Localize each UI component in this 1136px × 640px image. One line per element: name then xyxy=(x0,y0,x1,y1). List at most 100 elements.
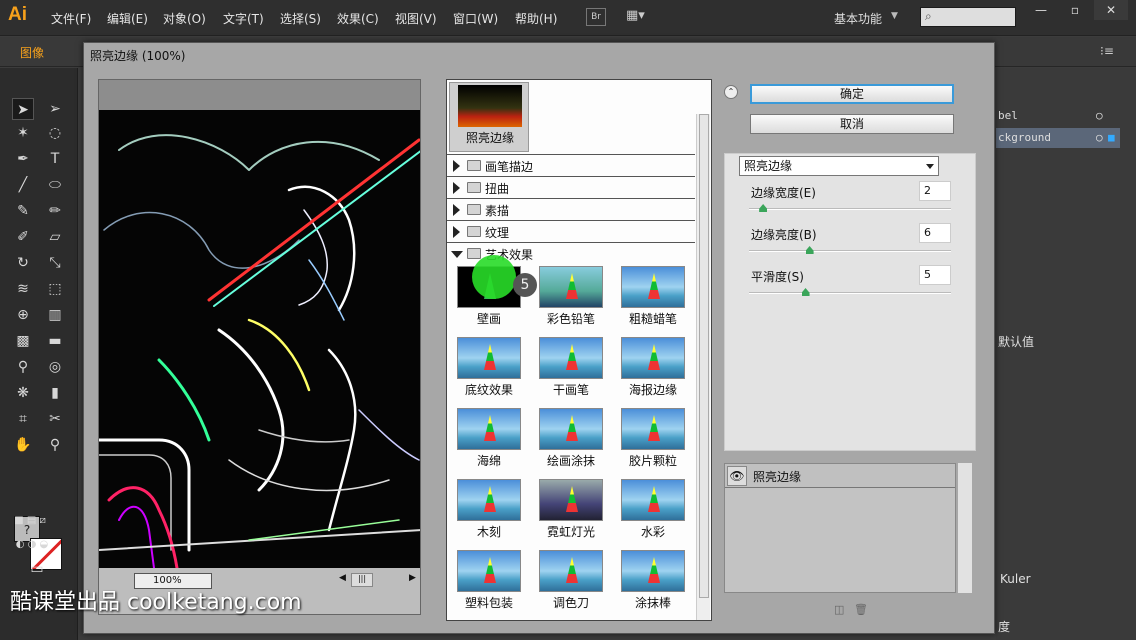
menu-effect[interactable]: 效果(C) xyxy=(337,10,379,27)
menu-help[interactable]: 帮助(H) xyxy=(515,10,557,27)
draw-mode-icons[interactable]: ◐ ◑ ◒ xyxy=(10,534,54,556)
pen-tool-icon[interactable]: ✒ xyxy=(12,148,34,170)
edge-width-slider[interactable] xyxy=(749,208,951,210)
scroll-right-icon[interactable]: ▶ xyxy=(409,573,416,583)
effect-layer-row[interactable]: 👁 照亮边缘 xyxy=(725,464,955,488)
filter-thumb-palette-knife[interactable]: 调色刀 xyxy=(535,550,607,618)
filter-thumb-poster-edges[interactable]: 海报边缘 xyxy=(617,337,689,405)
ok-button[interactable]: 确定 xyxy=(750,84,954,104)
filter-thumb-plastic-wrap[interactable]: 塑料包装 xyxy=(453,550,525,618)
category-brush-strokes[interactable]: 画笔描边 xyxy=(447,154,695,176)
selection-square-icon[interactable]: ■ xyxy=(1108,128,1115,148)
ellipse-tool-icon[interactable]: ⬭ xyxy=(44,174,66,196)
layer-row[interactable]: bel ○ xyxy=(996,106,1120,126)
paintbrush-tool-icon[interactable]: ✎ xyxy=(12,200,34,222)
zoom-tool-icon[interactable]: ⚲ xyxy=(44,434,66,456)
artboard-tool-icon[interactable]: ⌗ xyxy=(12,408,34,430)
filter-thumb-dry-brush[interactable]: 干画笔 xyxy=(535,337,607,405)
category-texture[interactable]: 纹理 xyxy=(447,220,695,242)
warp-tool-icon[interactable]: ≋ xyxy=(12,278,34,300)
filter-thumb-neon-glow[interactable]: 霓虹灯光 xyxy=(535,479,607,547)
type-tool-icon[interactable]: T xyxy=(44,148,66,170)
mesh-tool-icon[interactable]: ▩ xyxy=(12,330,34,352)
eyedropper-tool-icon[interactable]: ⚲ xyxy=(12,356,34,378)
preview-pane[interactable] xyxy=(98,79,421,615)
scroll-left-icon[interactable]: ◀ xyxy=(339,573,346,583)
filter-thumb-rough-pastels[interactable]: 粗糙蜡笔 xyxy=(617,266,689,334)
filter-thumb-paint-daubs[interactable]: 绘画涂抹 xyxy=(535,408,607,476)
panel-tab-degree[interactable]: 度 xyxy=(998,618,1010,635)
color-mode-icons[interactable]: ■ ▤ ⧄ xyxy=(10,510,50,532)
expand-arrow-icon[interactable] xyxy=(453,226,460,238)
scroll-thumb[interactable] xyxy=(699,114,709,598)
edge-width-input[interactable]: 2 xyxy=(919,181,951,201)
maximize-icon[interactable]: ▫ xyxy=(1058,0,1092,20)
kuler-tab[interactable]: Kuler xyxy=(1000,572,1031,586)
minimize-icon[interactable]: — xyxy=(1024,0,1058,20)
smoothness-slider-thumb[interactable] xyxy=(801,288,810,296)
target-icon[interactable]: ○ xyxy=(1096,128,1103,148)
category-sketch[interactable]: 素描 xyxy=(447,198,695,220)
filter-thumb-smudge-stick[interactable]: 涂抹棒 xyxy=(617,550,689,618)
free-transform-tool-icon[interactable]: ⬚ xyxy=(44,278,66,300)
cancel-button[interactable]: 取消 xyxy=(750,114,954,134)
column-graph-tool-icon[interactable]: ▮ xyxy=(44,382,66,404)
filter-thumb-underpainting[interactable]: 底纹效果 xyxy=(453,337,525,405)
close-icon[interactable]: ✕ xyxy=(1094,0,1128,20)
expand-arrow-icon[interactable] xyxy=(453,160,460,172)
control-image-label[interactable]: 图像 xyxy=(20,44,44,61)
trash-icon[interactable]: 🗑 xyxy=(854,603,868,616)
workspace-switcher[interactable]: 基本功能 xyxy=(834,10,882,27)
lasso-tool-icon[interactable]: ◌ xyxy=(44,122,66,144)
line-tool-icon[interactable]: ╱ xyxy=(12,174,34,196)
panel-menu-icon[interactable]: ⁝≡ xyxy=(1100,44,1114,58)
eye-icon[interactable]: 👁 xyxy=(727,466,747,486)
blob-brush-tool-icon[interactable]: ✐ xyxy=(12,226,34,248)
edge-brightness-slider[interactable] xyxy=(749,250,951,252)
edge-width-slider-thumb[interactable] xyxy=(759,204,768,212)
symbol-sprayer-tool-icon[interactable]: ❋ xyxy=(12,382,34,404)
gradient-tool-icon[interactable]: ▬ xyxy=(44,330,66,352)
direct-selection-tool-icon[interactable]: ➢ xyxy=(44,98,66,120)
eraser-tool-icon[interactable]: ▱ xyxy=(44,226,66,248)
menu-view[interactable]: 视图(V) xyxy=(395,10,437,27)
menu-object[interactable]: 对象(O) xyxy=(163,10,206,27)
screen-mode-icon[interactable]: ▭ xyxy=(26,558,48,580)
magic-wand-tool-icon[interactable]: ✶ xyxy=(12,122,34,144)
scroll-thumb-icon[interactable]: ||| xyxy=(351,573,373,587)
expand-arrow-icon[interactable] xyxy=(453,204,460,216)
chevron-down-icon[interactable]: ▼ xyxy=(891,11,898,21)
scale-tool-icon[interactable]: ⤡ xyxy=(44,252,66,274)
layer-row-selected[interactable]: ckground ○ ■ xyxy=(996,128,1120,148)
hand-tool-icon[interactable]: ✋ xyxy=(12,434,34,456)
bridge-button[interactable]: Br xyxy=(586,8,606,26)
pencil-tool-icon[interactable]: ✏ xyxy=(44,200,66,222)
perspective-grid-tool-icon[interactable]: ▥ xyxy=(44,304,66,326)
filter-thumb-colored-pencil[interactable]: 彩色铅笔 xyxy=(535,266,607,334)
menu-select[interactable]: 选择(S) xyxy=(280,10,321,27)
category-distort[interactable]: 扭曲 xyxy=(447,176,695,198)
arrange-documents-icon[interactable]: ▦▾ xyxy=(626,8,654,26)
blend-tool-icon[interactable]: ◎ xyxy=(44,356,66,378)
menu-edit[interactable]: 编辑(E) xyxy=(107,10,148,27)
new-effect-layer-icon[interactable]: ◫ xyxy=(834,603,846,616)
effect-layers-scrollbar[interactable] xyxy=(958,463,972,593)
current-filter-thumb[interactable]: 照亮边缘 xyxy=(449,82,529,152)
rotate-tool-icon[interactable]: ↻ xyxy=(12,252,34,274)
collapse-arrow-icon[interactable] xyxy=(451,251,463,258)
preview-hscroll[interactable]: ◀ ||| ▶ xyxy=(339,573,417,589)
gallery-vscroll[interactable] xyxy=(696,114,710,620)
shape-builder-tool-icon[interactable]: ⊕ xyxy=(12,304,34,326)
menu-file[interactable]: 文件(F) xyxy=(51,10,91,27)
filter-thumb-sponge[interactable]: 海绵 xyxy=(453,408,525,476)
smoothness-input[interactable]: 5 xyxy=(919,265,951,285)
collapse-gallery-icon[interactable]: ⌃ xyxy=(724,85,738,99)
filter-select[interactable]: 照亮边缘 xyxy=(739,156,939,176)
edge-brightness-slider-thumb[interactable] xyxy=(805,246,814,254)
menu-type[interactable]: 文字(T) xyxy=(223,10,264,27)
smoothness-slider[interactable] xyxy=(749,292,951,294)
filter-thumb-watercolor[interactable]: 水彩 xyxy=(617,479,689,547)
filter-thumb-cutout[interactable]: 木刻 xyxy=(453,479,525,547)
filter-thumb-film-grain[interactable]: 胶片颗粒 xyxy=(617,408,689,476)
search-input[interactable]: ⌕ xyxy=(920,7,1016,27)
